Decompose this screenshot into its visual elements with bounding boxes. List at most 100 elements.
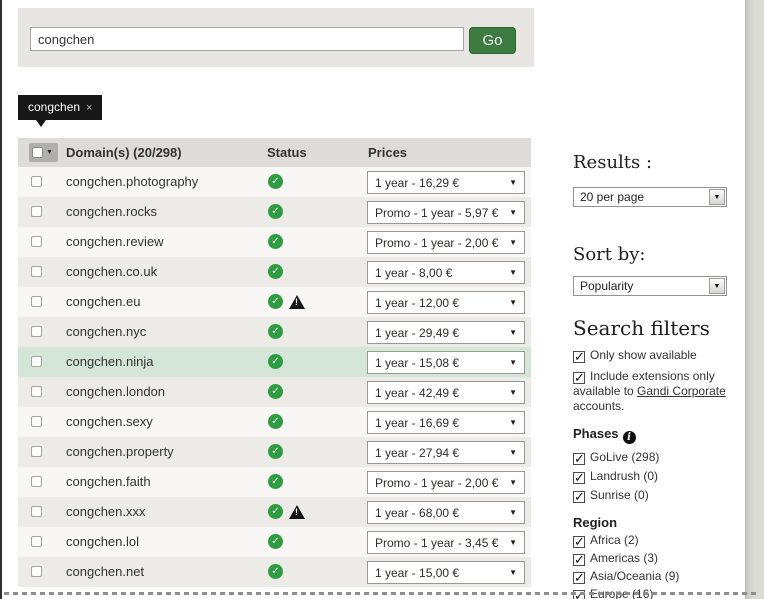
domain-name: congchen.lol <box>66 527 139 557</box>
phase-checkbox[interactable]: ✓ <box>573 472 585 484</box>
go-button[interactable]: Go <box>469 27 516 54</box>
available-icon: ✓ <box>268 474 283 489</box>
available-icon: ✓ <box>268 294 283 309</box>
price-select[interactable]: 1 year - 29,49 € ▼ <box>367 321 525 344</box>
phase-checkbox[interactable]: ✓ <box>573 453 585 465</box>
row-checkbox[interactable] <box>31 446 42 457</box>
column-header-status: Status <box>267 138 307 167</box>
row-checkbox[interactable] <box>31 356 42 367</box>
domain-name: congchen.review <box>66 227 164 257</box>
select-arrow-button[interactable]: ▼ <box>709 278 725 294</box>
row-checkbox[interactable] <box>31 536 42 547</box>
table-row: congchen.sexy ✓ 1 year - 16,69 € ▼ <box>18 407 531 437</box>
gandi-corporate-link[interactable]: Gandi Corporate <box>637 384 726 398</box>
chevron-down-icon: ▼ <box>509 478 517 487</box>
price-select[interactable]: 1 year - 27,94 € ▼ <box>367 441 525 464</box>
region-list: ✓Africa (2)✓Americas (3)✓Asia/Oceania (9… <box>573 533 727 599</box>
table-row: congchen.ninja ✓ 1 year - 15,08 € ▼ <box>18 347 531 377</box>
row-checkbox[interactable] <box>31 206 42 217</box>
select-all-checkbox[interactable] <box>32 147 43 158</box>
chevron-down-icon: ▼ <box>509 328 517 337</box>
row-checkbox[interactable] <box>31 416 42 427</box>
price-selected-option: 1 year - 42,49 € <box>375 386 459 400</box>
column-header-prices: Prices <box>368 138 407 167</box>
domain-name: congchen.sexy <box>66 407 153 437</box>
row-checkbox[interactable] <box>31 566 42 577</box>
results-table: ▼ Domain(s) (20/298) Status Prices congc… <box>18 138 531 587</box>
price-selected-option: 1 year - 12,00 € <box>375 296 459 310</box>
domain-name: congchen.xxx <box>66 497 146 527</box>
region-item: ✓ Asia/Oceania (9) <box>573 569 727 584</box>
available-icon: ✓ <box>268 564 283 579</box>
price-select[interactable]: 1 year - 15,08 € ▼ <box>367 351 525 374</box>
row-checkbox[interactable] <box>31 266 42 277</box>
phase-item: ✓ Landrush (0) <box>573 469 727 484</box>
table-row: congchen.net ✓ 1 year - 15,00 € ▼ <box>18 557 531 587</box>
row-checkbox[interactable] <box>31 176 42 187</box>
available-icon: ✓ <box>268 414 283 429</box>
price-select[interactable]: 1 year - 68,00 € ▼ <box>367 501 525 524</box>
chevron-down-icon: ▼ <box>509 268 517 277</box>
chevron-down-icon: ▼ <box>714 194 721 201</box>
price-select[interactable]: Promo - 1 year - 5,97 € ▼ <box>367 201 525 224</box>
price-select[interactable]: Promo - 1 year - 2,00 € ▼ <box>367 471 525 494</box>
available-icon: ✓ <box>268 504 283 519</box>
row-checkbox[interactable] <box>31 296 42 307</box>
region-checkbox[interactable]: ✓ <box>573 572 585 584</box>
available-icon: ✓ <box>268 444 283 459</box>
region-heading: Region <box>573 515 727 530</box>
chevron-down-icon: ▼ <box>509 388 517 397</box>
select-arrow-button[interactable]: ▼ <box>709 189 725 205</box>
results-per-page-select[interactable]: 20 per page ▼ <box>573 187 727 207</box>
filter-corporate: ✓Include extensions only available to Ga… <box>573 369 727 414</box>
chevron-down-icon: ▼ <box>509 178 517 187</box>
row-checkbox[interactable] <box>31 476 42 487</box>
domain-name: congchen.ninja <box>66 347 153 377</box>
select-all-dropdown[interactable]: ▼ <box>29 143 58 162</box>
price-select[interactable]: 1 year - 12,00 € ▼ <box>367 291 525 314</box>
chevron-down-icon: ▼ <box>509 418 517 427</box>
window-edge <box>0 0 2 599</box>
row-checkbox[interactable] <box>31 506 42 517</box>
phase-item: ✓GoLive (298) <box>573 450 727 465</box>
chevron-down-icon: ▼ <box>509 448 517 457</box>
price-select[interactable]: 1 year - 16,29 € ▼ <box>367 171 525 194</box>
domain-name: congchen.nyc <box>66 317 146 347</box>
search-input[interactable] <box>30 27 464 51</box>
price-select[interactable]: 1 year - 8,00 € ▼ <box>367 261 525 284</box>
price-select[interactable]: 1 year - 16,69 € ▼ <box>367 411 525 434</box>
row-checkbox[interactable] <box>31 236 42 247</box>
price-select[interactable]: Promo - 1 year - 3,45 € ▼ <box>367 531 525 554</box>
region-label: Asia/Oceania (9) <box>590 569 679 583</box>
region-checkbox[interactable]: ✓ <box>573 554 585 566</box>
table-row: congchen.review ✓ Promo - 1 year - 2,00 … <box>18 227 531 257</box>
price-selected-option: Promo - 1 year - 2,00 € <box>375 236 498 250</box>
row-checkbox[interactable] <box>31 386 42 397</box>
phase-checkbox[interactable]: ✓ <box>573 491 585 503</box>
row-checkbox[interactable] <box>31 326 42 337</box>
price-selected-option: Promo - 1 year - 2,00 € <box>375 476 498 490</box>
table-header: ▼ Domain(s) (20/298) Status Prices <box>18 138 531 167</box>
price-select[interactable]: Promo - 1 year - 2,00 € ▼ <box>367 231 525 254</box>
phases-list: ✓GoLive (298)✓Landrush (0)✓Sunrise (0) <box>573 450 727 503</box>
price-selected-option: 1 year - 16,69 € <box>375 416 459 430</box>
tag-close-icon[interactable]: × <box>86 102 92 114</box>
only-available-label: Only show available <box>590 348 697 362</box>
chevron-down-icon: ▼ <box>509 298 517 307</box>
search-filters-heading: Search filters <box>573 316 727 340</box>
table-row: congchen.london ✓ 1 year - 42,49 € ▼ <box>18 377 531 407</box>
price-select[interactable]: 1 year - 15,00 € ▼ <box>367 561 525 584</box>
sort-by-value: Popularity <box>580 279 633 293</box>
filter-tag[interactable]: congchen× <box>18 95 102 120</box>
domain-name: congchen.eu <box>66 287 140 317</box>
info-icon[interactable]: i <box>623 431 636 444</box>
corporate-checkbox[interactable]: ✓ <box>573 372 585 384</box>
phases-heading: Phasesi <box>573 426 727 444</box>
sort-by-select[interactable]: Popularity ▼ <box>573 276 727 296</box>
phase-label: Landrush (0) <box>590 469 658 483</box>
phase-label: Sunrise (0) <box>590 488 649 502</box>
only-available-checkbox[interactable]: ✓ <box>573 351 585 363</box>
price-select[interactable]: 1 year - 42,49 € ▼ <box>367 381 525 404</box>
domain-name: congchen.london <box>66 377 165 407</box>
region-checkbox[interactable]: ✓ <box>573 536 585 548</box>
